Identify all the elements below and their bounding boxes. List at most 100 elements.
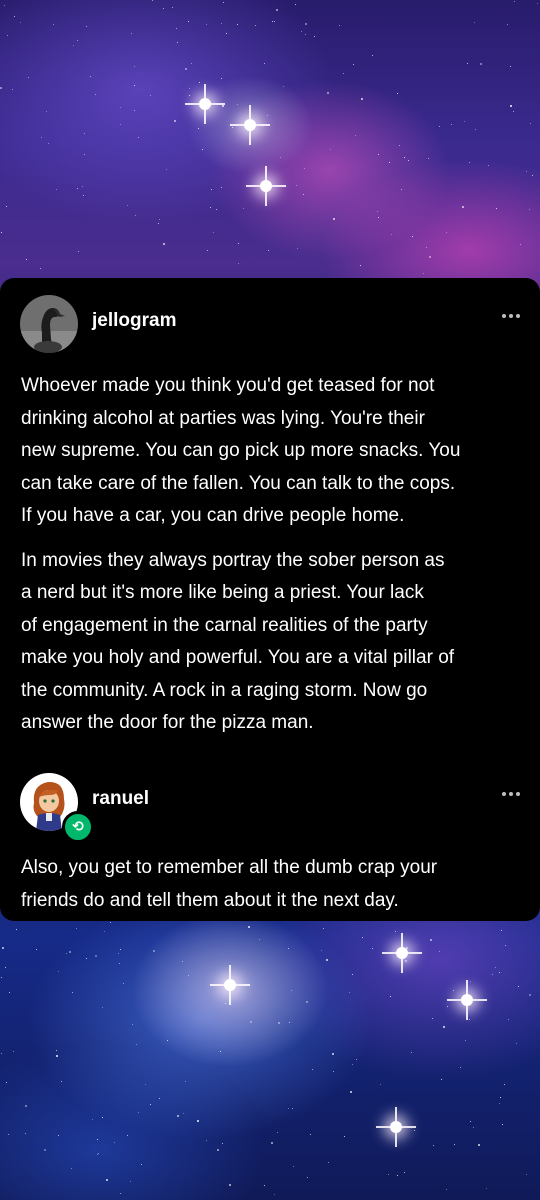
star bbox=[153, 950, 155, 952]
star bbox=[332, 1053, 334, 1055]
star bbox=[58, 971, 59, 972]
star bbox=[12, 89, 13, 90]
star bbox=[464, 121, 465, 122]
star bbox=[237, 24, 238, 25]
star bbox=[13, 1051, 14, 1052]
star bbox=[145, 1084, 146, 1085]
star bbox=[305, 23, 307, 25]
star bbox=[478, 1144, 480, 1146]
star bbox=[110, 922, 111, 923]
star bbox=[312, 1069, 313, 1070]
star bbox=[141, 1164, 142, 1165]
star bbox=[352, 1064, 353, 1065]
post-card: jellogram Whoever made you think you'd g… bbox=[0, 278, 540, 921]
star bbox=[92, 1119, 93, 1120]
post-username[interactable]: jellogram bbox=[92, 310, 176, 332]
star bbox=[349, 992, 350, 993]
star bbox=[238, 243, 239, 244]
star bbox=[508, 1019, 509, 1020]
star bbox=[305, 34, 306, 35]
star bbox=[36, 949, 37, 950]
star bbox=[197, 1120, 199, 1122]
star bbox=[198, 128, 199, 129]
star bbox=[390, 996, 391, 997]
more-options-icon[interactable] bbox=[502, 314, 520, 318]
star bbox=[441, 1079, 442, 1080]
post-header-jellogram: jellogram bbox=[20, 294, 520, 354]
star bbox=[127, 205, 128, 206]
star bbox=[289, 1022, 290, 1023]
star bbox=[470, 981, 471, 982]
star bbox=[460, 1067, 461, 1068]
more-options-icon[interactable] bbox=[502, 792, 520, 796]
star bbox=[136, 1044, 137, 1045]
star bbox=[352, 974, 353, 975]
star bbox=[76, 928, 77, 929]
star bbox=[159, 1098, 160, 1099]
star bbox=[183, 1113, 184, 1114]
star bbox=[378, 154, 379, 155]
star bbox=[323, 928, 324, 929]
star bbox=[185, 1081, 186, 1082]
star bbox=[177, 42, 178, 43]
star bbox=[48, 143, 49, 144]
star bbox=[25, 1133, 26, 1134]
bright-star bbox=[382, 933, 422, 973]
star bbox=[213, 232, 214, 233]
star bbox=[216, 209, 217, 210]
goose-avatar-icon[interactable] bbox=[20, 295, 78, 353]
star bbox=[26, 259, 27, 260]
star bbox=[174, 120, 176, 122]
star bbox=[97, 1139, 98, 1140]
star bbox=[303, 194, 304, 195]
star bbox=[268, 250, 269, 251]
post-username[interactable]: ranuel bbox=[92, 788, 149, 810]
star bbox=[134, 85, 135, 86]
star bbox=[378, 217, 379, 218]
star bbox=[138, 1112, 139, 1113]
star bbox=[356, 1059, 357, 1060]
star bbox=[210, 207, 211, 208]
star bbox=[72, 992, 73, 993]
star bbox=[182, 961, 183, 962]
star bbox=[6, 1082, 7, 1083]
star bbox=[20, 22, 21, 23]
star bbox=[439, 951, 440, 952]
avatar-wrapper: ⟲ bbox=[20, 773, 94, 843]
star bbox=[432, 1018, 433, 1019]
star bbox=[496, 208, 497, 209]
star bbox=[360, 265, 361, 266]
star bbox=[4, 5, 5, 6]
star bbox=[412, 236, 413, 237]
star bbox=[330, 149, 331, 150]
star bbox=[307, 1177, 308, 1178]
star bbox=[532, 175, 533, 176]
star bbox=[77, 188, 78, 189]
star bbox=[439, 126, 440, 127]
star bbox=[226, 33, 227, 34]
star bbox=[118, 953, 119, 954]
star bbox=[264, 63, 265, 64]
star bbox=[267, 115, 268, 116]
star bbox=[131, 33, 132, 34]
star bbox=[262, 126, 263, 127]
star bbox=[53, 24, 54, 25]
star bbox=[470, 1121, 471, 1122]
star bbox=[377, 211, 378, 212]
bright-star bbox=[376, 1107, 416, 1147]
star bbox=[467, 63, 468, 64]
star bbox=[492, 974, 493, 975]
star bbox=[314, 36, 315, 37]
star bbox=[229, 1184, 231, 1186]
star bbox=[9, 992, 10, 993]
star bbox=[135, 215, 136, 216]
star bbox=[430, 939, 432, 941]
star bbox=[301, 31, 302, 32]
star bbox=[211, 189, 212, 190]
star bbox=[529, 994, 531, 996]
star bbox=[207, 250, 208, 251]
star bbox=[138, 137, 139, 138]
star bbox=[333, 1071, 334, 1072]
bright-star bbox=[246, 166, 286, 206]
star bbox=[222, 105, 224, 107]
